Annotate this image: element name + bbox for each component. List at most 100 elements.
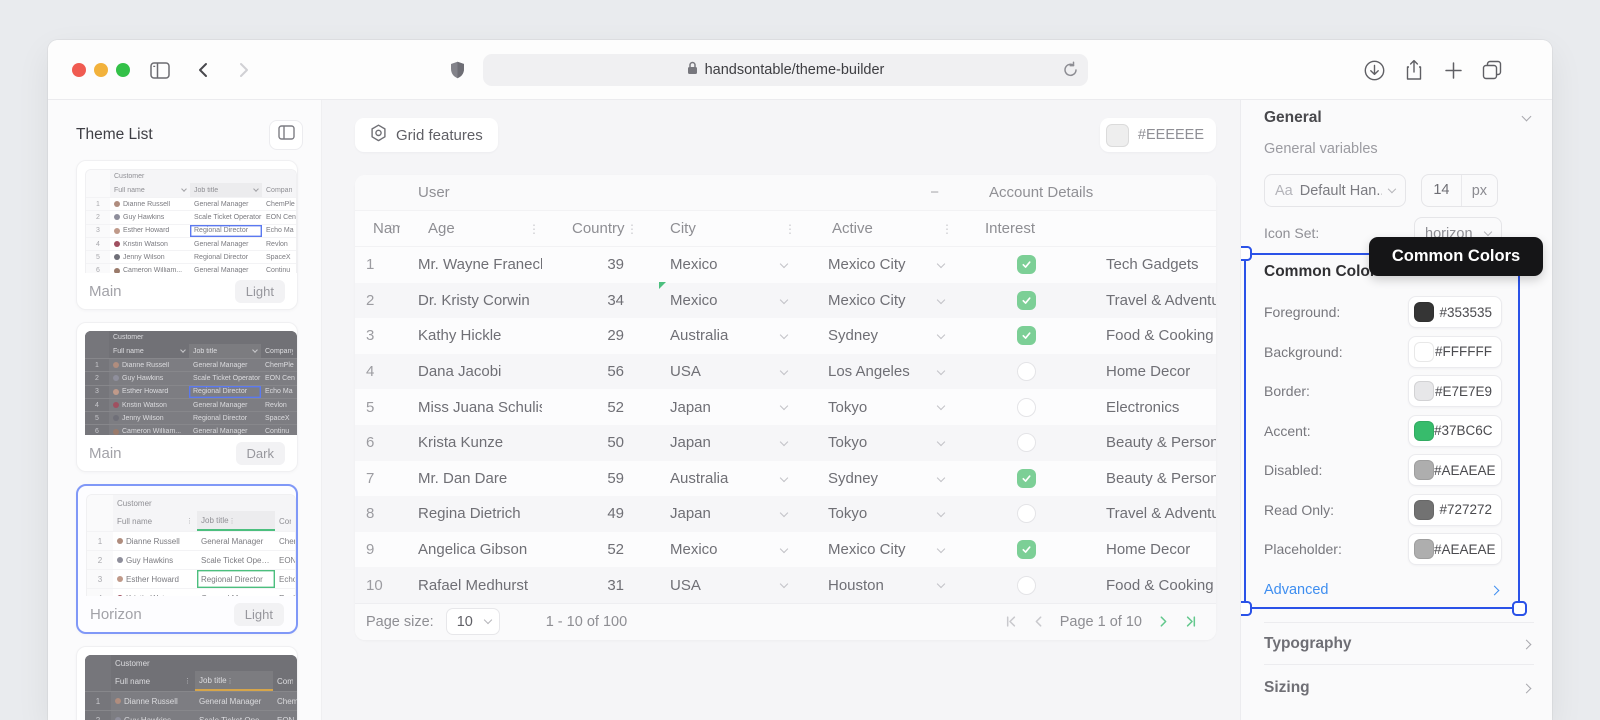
- group-header-user[interactable]: User −: [400, 175, 955, 210]
- page-size-select[interactable]: 10: [445, 608, 500, 636]
- checkbox-checked[interactable]: [1017, 468, 1036, 488]
- cell-interest[interactable]: Tech Gadgets: [1076, 247, 1216, 283]
- column-header-active[interactable]: Active ⋮: [798, 211, 955, 246]
- forward-icon[interactable]: [232, 58, 256, 82]
- cell-city[interactable]: Tokyo: [798, 425, 955, 461]
- shield-icon[interactable]: [445, 58, 469, 82]
- theme-card-main-dark[interactable]: Customer Full name Job title Company 1 Dianne…: [76, 322, 298, 472]
- cell-age[interactable]: 59: [542, 461, 640, 497]
- group-header-account-details[interactable]: Account Details: [955, 175, 1216, 210]
- cell-age[interactable]: 52: [542, 389, 640, 425]
- pagination-prev-button[interactable]: [1032, 615, 1045, 628]
- cell-city[interactable]: Sydney: [798, 461, 955, 497]
- section-sizing[interactable]: Sizing: [1264, 674, 1534, 702]
- cell-city[interactable]: Tokyo: [798, 496, 955, 532]
- cell-interest[interactable]: Home Decor: [1076, 532, 1216, 568]
- share-icon[interactable]: [1402, 58, 1426, 82]
- cell-name[interactable]: Dana Jacobi: [400, 354, 542, 390]
- cell-interest[interactable]: Food & Cooking: [1076, 318, 1216, 354]
- cell-interest[interactable]: Travel & Adventure: [1076, 283, 1216, 319]
- close-button[interactable]: [72, 63, 86, 77]
- column-menu-icon[interactable]: ⋮: [528, 222, 540, 236]
- reload-icon[interactable]: [1063, 61, 1078, 82]
- theme-card-main-light[interactable]: Customer Full nameJob title Company 1Dianne…: [76, 160, 298, 310]
- cell-interest[interactable]: Home Decor: [1076, 354, 1216, 390]
- cell-name[interactable]: Miss Juana Schulist: [400, 389, 542, 425]
- cell-age[interactable]: 50: [542, 425, 640, 461]
- cell-name[interactable]: Mr. Wayne Franecki: [400, 247, 542, 283]
- grid-features-button[interactable]: Grid features: [355, 118, 498, 152]
- checkbox-unchecked[interactable]: [1017, 433, 1036, 453]
- table-row[interactable]: 9 Angelica Gibson 52 Mexico Mexico City Home …: [355, 531, 1216, 568]
- table-row[interactable]: 4 Dana Jacobi 56 USA Los Angeles Home Decor: [355, 353, 1216, 390]
- color-picker-chip[interactable]: #727272: [1408, 493, 1502, 526]
- cell-interest[interactable]: Beauty & Personal Car: [1076, 461, 1216, 497]
- font-family-select[interactable]: Aa Default Han...: [1264, 174, 1406, 207]
- cell-country[interactable]: USA: [640, 567, 798, 603]
- color-picker-chip[interactable]: #E7E7E9: [1408, 375, 1502, 407]
- cell-age[interactable]: 39: [542, 247, 640, 283]
- cell-interest[interactable]: Food & Cooking: [1076, 567, 1216, 603]
- column-header-country[interactable]: Country ⋮: [542, 211, 640, 246]
- background-color-picker[interactable]: #EEEEEE: [1099, 118, 1216, 152]
- download-icon[interactable]: [1362, 58, 1386, 82]
- cell-age[interactable]: 34: [542, 283, 640, 319]
- column-header-interest[interactable]: Interest: [955, 211, 1076, 246]
- cell-name[interactable]: Rafael Medhurst: [400, 567, 542, 603]
- cell-name[interactable]: Mr. Dan Dare: [400, 461, 542, 497]
- column-header-age[interactable]: Age ⋮: [400, 211, 542, 246]
- cell-country[interactable]: Australia: [640, 318, 798, 354]
- checkbox-unchecked[interactable]: [1017, 362, 1036, 382]
- checkbox-unchecked[interactable]: [1017, 397, 1036, 417]
- cell-country[interactable]: Australia: [640, 461, 798, 497]
- new-tab-icon[interactable]: [1441, 58, 1465, 82]
- cell-city[interactable]: Sydney: [798, 318, 955, 354]
- cell-city[interactable]: Tokyo: [798, 389, 955, 425]
- cell-name[interactable]: Krista Kunze: [400, 425, 542, 461]
- table-row[interactable]: 5 Miss Juana Schulist 52 Japan Tokyo Electron…: [355, 389, 1216, 425]
- section-typography[interactable]: Typography: [1264, 630, 1534, 658]
- cell-country[interactable]: USA: [640, 354, 798, 390]
- cell-city[interactable]: Los Angeles: [798, 354, 955, 390]
- column-menu-icon[interactable]: ⋮: [941, 222, 953, 236]
- section-general[interactable]: General: [1264, 104, 1534, 132]
- minimize-button[interactable]: [94, 63, 108, 77]
- column-menu-icon[interactable]: ⋮: [784, 222, 796, 236]
- cell-city[interactable]: Houston: [798, 567, 955, 603]
- theme-card-horizon-light[interactable]: Customer Full name⋮ Job title⋮ Company 1Dian…: [76, 484, 298, 634]
- zoom-button[interactable]: [116, 63, 130, 77]
- table-row[interactable]: 10 Rafael Medhurst 31 USA Houston Food & Cook…: [355, 567, 1216, 603]
- column-menu-icon[interactable]: ⋮: [626, 222, 638, 236]
- cell-name[interactable]: Angelica Gibson: [400, 532, 542, 568]
- cell-country[interactable]: Japan: [640, 389, 798, 425]
- pagination-last-button[interactable]: [1185, 615, 1198, 628]
- color-picker-chip[interactable]: #AEAEAE: [1408, 533, 1502, 565]
- color-picker-chip[interactable]: #AEAEAE: [1408, 454, 1502, 486]
- cell-name[interactable]: Regina Dietrich: [400, 496, 542, 532]
- checkbox-checked[interactable]: [1017, 290, 1036, 310]
- checkbox-checked[interactable]: [1017, 540, 1036, 560]
- selection-handle[interactable]: [1512, 601, 1527, 616]
- cell-country[interactable]: Mexico: [640, 247, 798, 283]
- address-bar[interactable]: handsontable/theme-builder: [483, 54, 1088, 86]
- cell-interest[interactable]: Beauty & Personal Car: [1076, 425, 1216, 461]
- cell-age[interactable]: 29: [542, 318, 640, 354]
- column-header-name[interactable]: Name⋮: [355, 211, 400, 246]
- column-menu-icon[interactable]: ⋮: [386, 222, 398, 236]
- fill-handle[interactable]: [659, 282, 666, 289]
- sidebar-toggle-icon[interactable]: [148, 58, 172, 82]
- advanced-link[interactable]: Advanced: [1264, 576, 1502, 604]
- cell-country[interactable]: Japan: [640, 496, 798, 532]
- table-row[interactable]: 2 Dr. Kristy Corwin 34 Mexico Mexico City Tra…: [355, 282, 1216, 319]
- cell-country[interactable]: Mexico: [640, 532, 798, 568]
- color-picker-chip[interactable]: #FFFFFF: [1408, 335, 1502, 368]
- checkbox-checked[interactable]: [1017, 255, 1036, 275]
- checkbox-unchecked[interactable]: [1017, 575, 1036, 595]
- table-row[interactable]: 1 Mr. Wayne Franecki 39 Mexico Mexico City Te…: [355, 247, 1216, 283]
- color-picker-chip[interactable]: #353535: [1408, 296, 1502, 328]
- cell-age[interactable]: 49: [542, 496, 640, 532]
- color-picker-chip[interactable]: #37BC6C: [1408, 414, 1502, 447]
- cell-age[interactable]: 31: [542, 567, 640, 603]
- collapse-group-icon[interactable]: −: [930, 184, 939, 201]
- cell-name[interactable]: Kathy Hickle: [400, 318, 542, 354]
